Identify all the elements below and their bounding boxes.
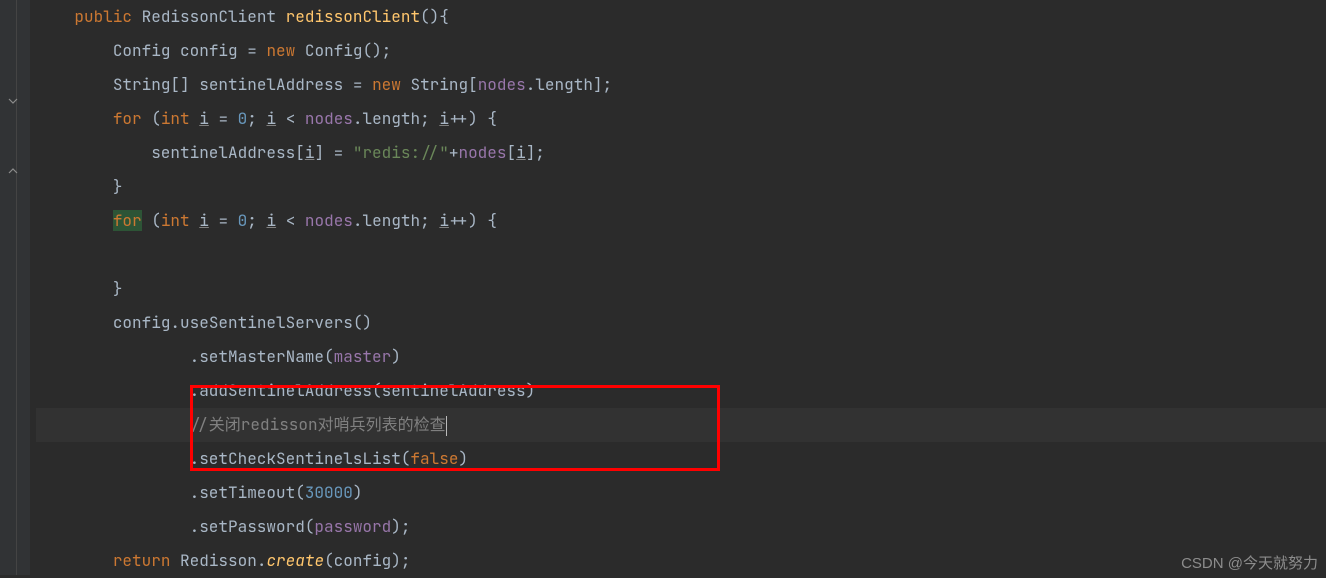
code-line[interactable]: sentinelAddress[i] = "redis://"+nodes[i]… <box>36 136 1326 170</box>
code-line[interactable]: String[] sentinelAddress = new String[no… <box>36 68 1326 102</box>
comment: //关闭redisson对哨兵列表的检查 <box>190 414 446 435</box>
code-line[interactable]: .addSentinelAddress(sentinelAddress) <box>36 374 1326 408</box>
code-line[interactable]: } <box>36 272 1326 306</box>
fold-icon[interactable] <box>6 164 20 178</box>
code-line[interactable]: for (int i = 0; i < nodes.length; i++) { <box>36 102 1326 136</box>
code-line[interactable]: .setTimeout(30000) <box>36 476 1326 510</box>
watermark: CSDN @今天就努力 <box>1181 552 1318 573</box>
highlight: for <box>113 210 142 231</box>
code-line[interactable]: for (int i = 0; i < nodes.length; i++) { <box>36 204 1326 238</box>
gutter <box>0 0 30 575</box>
code-line-current[interactable]: //关闭redisson对哨兵列表的检查 <box>36 408 1326 442</box>
code-line[interactable]: .setPassword(password); <box>36 510 1326 544</box>
code-editor[interactable]: public RedissonClient redissonClient(){ … <box>0 0 1326 575</box>
keyword: public <box>74 6 132 27</box>
code-line[interactable] <box>36 238 1326 272</box>
fold-icon[interactable] <box>6 94 20 108</box>
code-line[interactable]: Config config = new Config(); <box>36 34 1326 68</box>
code-line[interactable]: return Redisson.create(config); <box>36 544 1326 578</box>
code-area[interactable]: public RedissonClient redissonClient(){ … <box>30 0 1326 575</box>
code-line[interactable]: public RedissonClient redissonClient(){ <box>36 0 1326 34</box>
text-caret <box>446 416 447 436</box>
type: RedissonClient <box>142 6 276 27</box>
code-line[interactable]: } <box>36 170 1326 204</box>
code-line[interactable]: .setCheckSentinelsList(false) <box>36 442 1326 476</box>
method-name: redissonClient <box>286 6 420 27</box>
code-line[interactable]: .setMasterName(master) <box>36 340 1326 374</box>
code-line[interactable]: config.useSentinelServers() <box>36 306 1326 340</box>
